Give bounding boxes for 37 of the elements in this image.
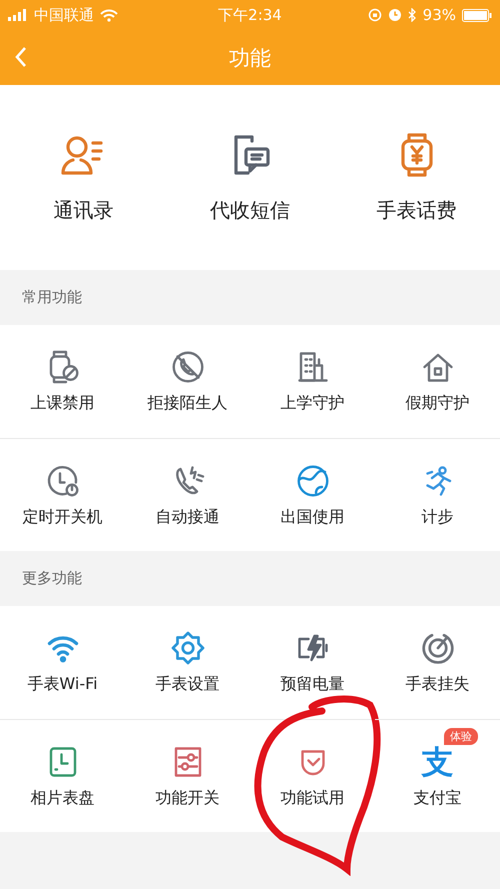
battery-percent: 93%: [422, 6, 456, 24]
alarm-icon: [388, 8, 402, 22]
feature-tile[interactable]: 手表Wi-Fi: [0, 606, 125, 719]
section-heading: 常用功能: [22, 288, 82, 307]
feature-tile[interactable]: 功能开关: [125, 719, 250, 832]
feature-tile[interactable]: 手表话费: [342, 131, 492, 224]
trial-badge: 体验: [444, 728, 478, 745]
section-heading: 更多功能: [22, 569, 82, 588]
phone-block-icon: [170, 349, 206, 385]
feature-tile[interactable]: 出国使用: [250, 438, 375, 551]
feature-tile[interactable]: 相片表盘: [0, 719, 125, 832]
feature-tile[interactable]: 预留电量: [250, 606, 375, 719]
feature-tile[interactable]: 计步: [375, 438, 500, 551]
settings-icon: [170, 630, 206, 666]
feature-tile[interactable]: 上学守护: [250, 325, 375, 438]
battery-icon: [462, 8, 492, 22]
feature-tile[interactable]: 功能试用: [250, 719, 375, 832]
rotation-lock-icon: [368, 8, 382, 22]
feature-tile[interactable]: 假期守护: [375, 325, 500, 438]
bluetooth-icon: [408, 8, 417, 22]
feature-tile[interactable]: 拒接陌生人: [125, 325, 250, 438]
feature-tile[interactable]: 自动接通: [125, 438, 250, 551]
feature-tile[interactable]: 体验 支 支付宝: [375, 719, 500, 832]
wifi-icon: [100, 8, 118, 22]
feature-tile[interactable]: 代收短信: [174, 131, 325, 224]
feature-tile[interactable]: 上课禁用: [0, 325, 125, 438]
alipay-logo-icon: 支: [422, 744, 454, 780]
globe-icon: [294, 462, 330, 498]
page-title: 功能: [229, 44, 271, 72]
feature-tile[interactable]: 定时开关机: [0, 438, 125, 551]
status-time: 下午2:34: [218, 6, 282, 24]
feature-tile[interactable]: 通讯录: [8, 131, 158, 224]
feature-tile[interactable]: 手表挂失: [375, 606, 500, 719]
back-chevron-icon: [14, 46, 28, 68]
carrier-name: 中国联通: [34, 6, 94, 24]
feature-tile[interactable]: 手表设置: [125, 606, 250, 719]
signal-icon: [8, 9, 28, 21]
